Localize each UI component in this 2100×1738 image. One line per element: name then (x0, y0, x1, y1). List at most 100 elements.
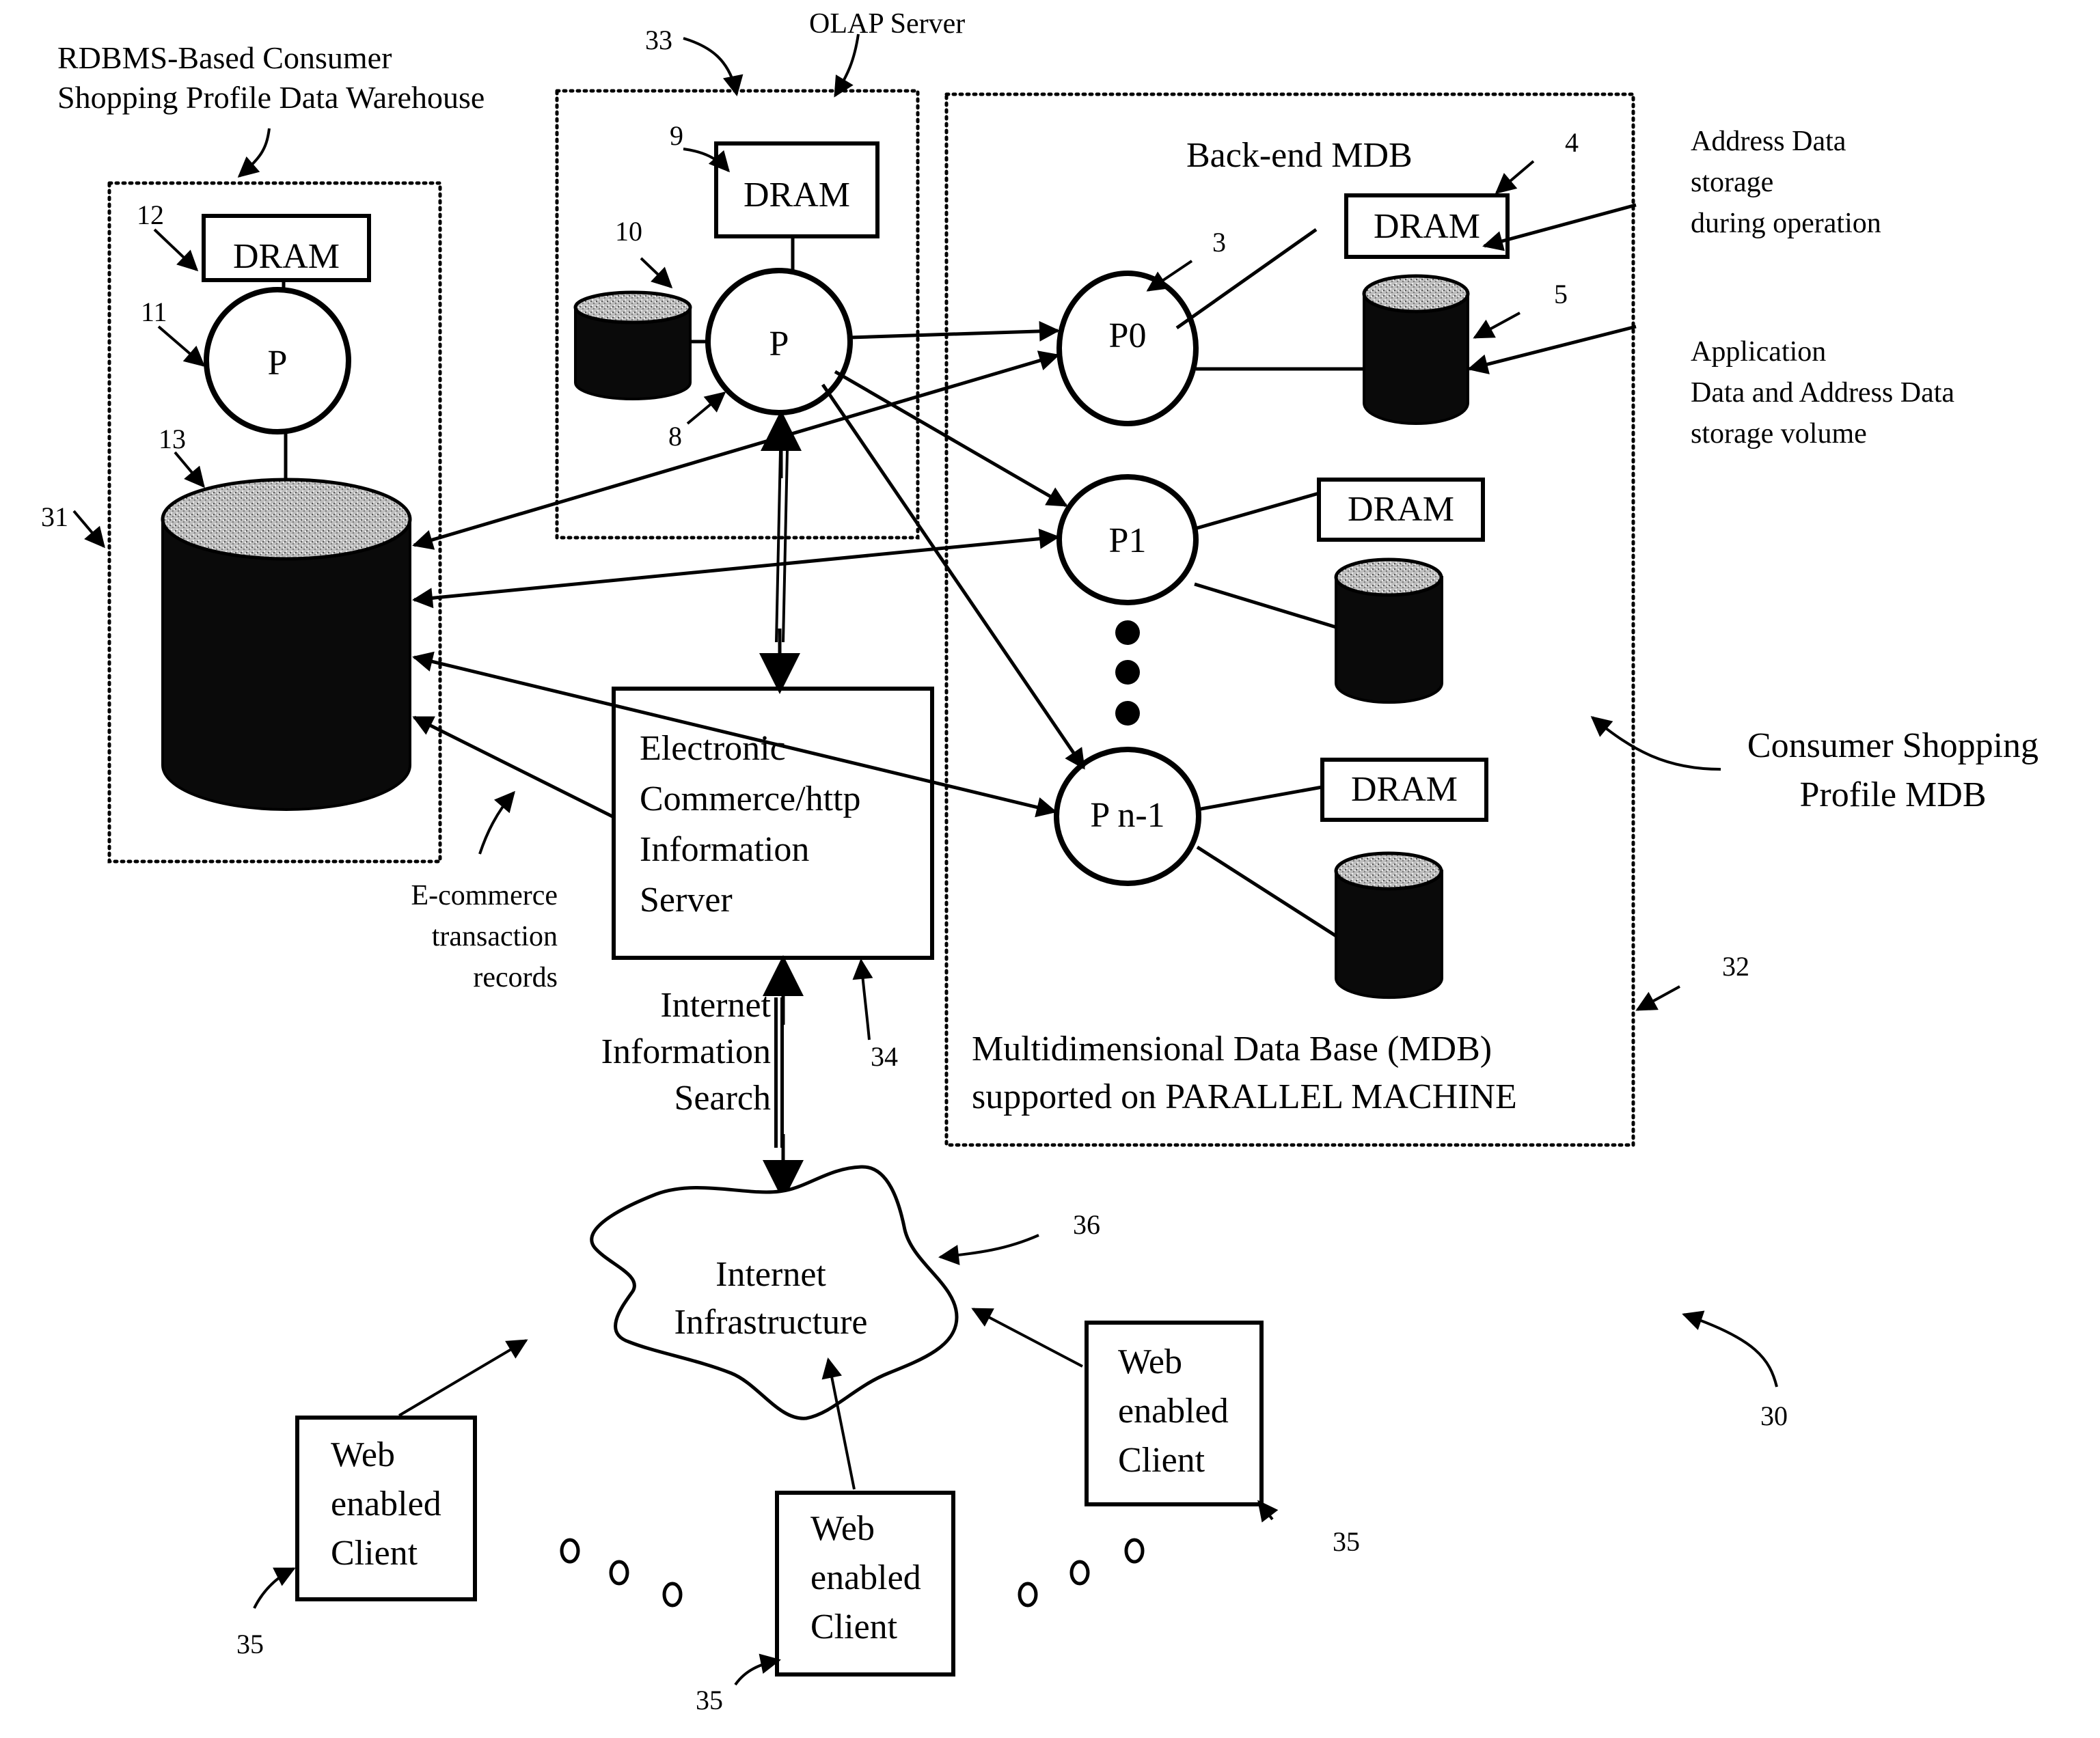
olap-dram-label: DRAM (744, 176, 850, 215)
internet-group: Internet Infrastructure 36 (590, 1165, 1100, 1420)
web-client-1-line-2: enabled (331, 1485, 441, 1523)
warehouse-processor-label: P (268, 344, 288, 383)
ec-server-label-line-4: Server (640, 881, 733, 920)
olap-to-mdb-links (821, 320, 1086, 770)
address-data-line-1: Address Data (1691, 126, 1846, 157)
olap-storage-ref-arrow-icon (640, 257, 673, 289)
ec-server-label-line-3: Information (640, 830, 809, 869)
olap-processor-ref-arrow-icon (686, 391, 726, 425)
warehouse-title-line-2: Shopping Profile Data Warehouse (57, 80, 485, 115)
ecommerce-records-pointer-icon (478, 790, 515, 855)
mdb-node-pn1-label: P n-1 (1090, 796, 1164, 835)
mdb-ref-32-arrow-icon (1635, 985, 1680, 1011)
mdb-footer-line-1: Multidimensional Data Base (MDB) (972, 1030, 1492, 1068)
mdb-outer-label-line-1: Consumer Shopping (1747, 726, 2038, 765)
ec-server-ref: 34 (871, 1041, 898, 1072)
warehouse-dram-ref: 12 (137, 199, 164, 230)
web-client-2-line-1: Web (810, 1509, 875, 1548)
web-client-1-ref: 35 (236, 1629, 264, 1659)
mdb-node-p0-dram-ref-arrow-icon (1495, 160, 1535, 194)
clients-ellipsis-ring (1124, 1538, 1145, 1564)
mdb-node-p0-storage-ref-arrow-icon (1473, 312, 1521, 339)
warehouse-processor-ref: 11 (141, 296, 167, 327)
olap-storage-ref: 10 (615, 216, 642, 247)
olap-title-pointer-icon (834, 33, 860, 98)
warehouse-storage-ref-arrow-icon (174, 451, 205, 488)
mdb-node-p1-storage-cylinder (1334, 557, 1443, 704)
web-client-2-ref: 35 (696, 1685, 723, 1715)
mdb-backend-title: Back-end MDB (1186, 136, 1413, 175)
address-data-line-2: storage (1691, 167, 1773, 198)
mdb-node-p0-ref: 3 (1212, 227, 1226, 258)
mdb-node-pn1-dram-label: DRAM (1351, 770, 1458, 809)
application-data-pointer-icon (1467, 325, 1637, 374)
mdb-node-p1-dram-label: DRAM (1348, 490, 1454, 529)
warehouse-processor-ref-arrow-icon (157, 325, 206, 367)
system-ref-arrow-icon (1682, 1310, 1778, 1388)
ec-server-ref-arrow-icon (852, 958, 873, 1040)
warehouse-dram-label: DRAM (233, 237, 340, 276)
mdb-node-pn1-storage-link (1196, 845, 1337, 938)
warehouse-title-pointer-icon (237, 128, 271, 178)
clients-ellipsis-ring (560, 1538, 580, 1564)
mdb-node-p0-dram-link (1175, 227, 1318, 330)
web-client-3-line-1: Web (1118, 1342, 1182, 1381)
ecommerce-records-line-1: E-commerce (411, 880, 558, 911)
ecommerce-records-line-3: records (473, 962, 558, 993)
olap-processor-label: P (769, 325, 789, 363)
clients-ellipsis-ring (609, 1560, 629, 1586)
internet-search-line-1: Internet (660, 986, 771, 1025)
web-client-1-line-3: Client (331, 1534, 418, 1573)
ec-server-internet-bidir-arrow (763, 955, 804, 1201)
web-client: Web enabled Client 35 (236, 1339, 528, 1659)
olap-storage-cylinder (573, 290, 692, 400)
mdb-group: Back-end MDB P0 3 DRAM 4 5 P1 DRAM P n-1… (944, 92, 2038, 1147)
internet-search-line-2: Information (601, 1032, 771, 1071)
warehouse-ref-31-arrow-icon (72, 510, 105, 549)
warehouse-storage-ref: 13 (159, 424, 186, 454)
internet-search-link: Internet Information Search (601, 955, 804, 1201)
internet-ref-arrow-icon (938, 1234, 1039, 1265)
mdb-node-p1-dram-link (1194, 491, 1320, 531)
ec-server-group: Electronic Commerce/http Information Ser… (411, 410, 934, 1072)
ecommerce-records-line-2: transaction (432, 921, 558, 952)
side-annotations: Address Data storage during operation Ap… (1467, 126, 1954, 450)
warehouse-title-line-1: RDBMS-Based Consumer (57, 40, 392, 75)
olap-ref-33: 33 (645, 25, 672, 55)
olap-dram-ref: 9 (670, 120, 683, 151)
system-ref: 30 (1760, 1401, 1788, 1431)
web-client-3-to-internet-arrow (971, 1308, 1083, 1368)
application-data-line-2: Data and Address Data (1691, 377, 1954, 409)
mdb-boundary (944, 92, 1635, 1147)
clients-ellipsis-ring (1069, 1560, 1090, 1586)
mdb-node-p0-dram-ref: 4 (1565, 127, 1579, 158)
internet-ref: 36 (1073, 1209, 1100, 1240)
mdb-footer-line-2: supported on PARALLEL MACHINE (972, 1077, 1517, 1116)
clients-ellipsis-ring (662, 1582, 683, 1608)
mdb-ellipsis-dot (1115, 701, 1140, 726)
web-client-2-ref-arrow-icon (734, 1653, 781, 1686)
internet-search-line-3: Search (674, 1079, 771, 1118)
mdb-node-p1-storage-link (1194, 582, 1337, 629)
mdb-node-p1-label: P1 (1109, 521, 1147, 560)
mdb-node-p0-storage-ref: 5 (1554, 279, 1568, 309)
mdb-ellipsis-dot (1115, 620, 1140, 645)
mdb-node-p0-label: P0 (1109, 316, 1147, 355)
olap-processor-ref: 8 (668, 421, 682, 452)
mdb-ref-32: 32 (1722, 951, 1749, 982)
address-data-line-3: during operation (1691, 208, 1881, 239)
web-client-3-line-3: Client (1118, 1441, 1205, 1480)
olap-ec-server-bidir-arrow (759, 410, 802, 694)
internet-label-line-1: Internet (715, 1255, 826, 1294)
web-client: Web enabled Client 35 (971, 1308, 1360, 1557)
warehouse-ref-31: 31 (41, 501, 68, 532)
mdb-node-p0-storage-cylinder (1362, 274, 1470, 425)
web-client-2-line-3: Client (810, 1608, 898, 1646)
application-data-line-1: Application (1691, 336, 1826, 368)
mdb-node-p0-dram-label: DRAM (1374, 207, 1480, 246)
system-diagram: RDBMS-Based Consumer Shopping Profile Da… (41, 8, 2038, 1715)
web-client-3-ref: 35 (1333, 1526, 1360, 1557)
warehouse-dram-ref-arrow-icon (153, 228, 199, 272)
application-data-line-3: storage volume (1691, 418, 1867, 450)
mdb-outer-label-pointer-icon (1590, 716, 1721, 771)
